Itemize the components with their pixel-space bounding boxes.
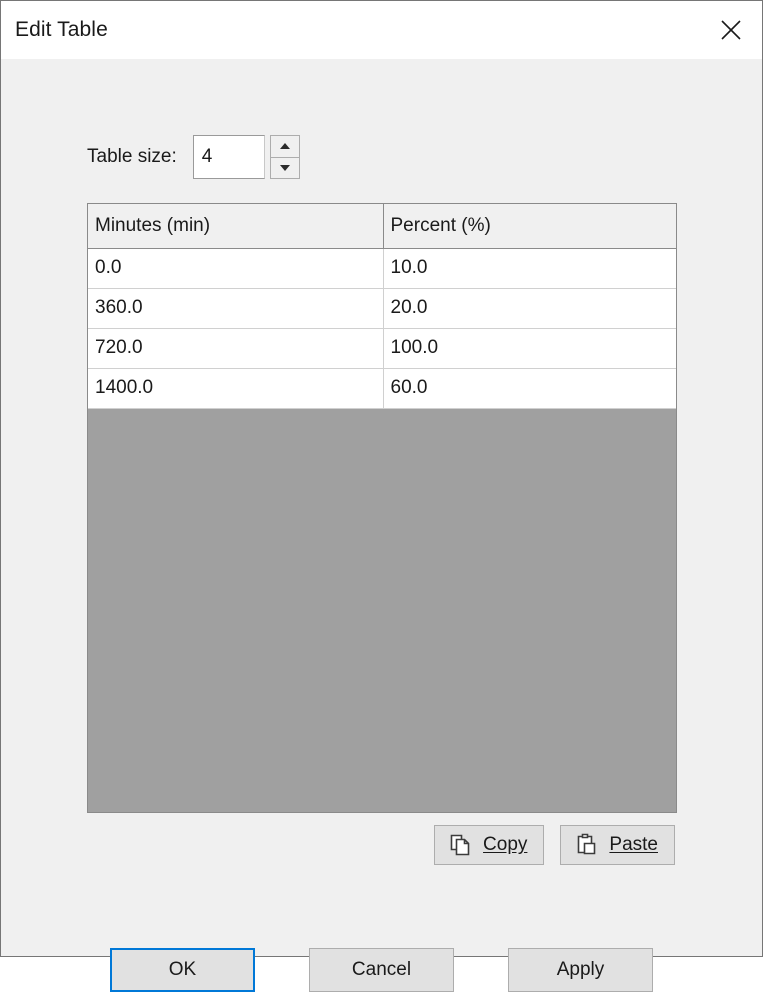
column-header-percent[interactable]: Percent (%) (383, 204, 676, 249)
clipboard-actions: Copy Paste (434, 825, 675, 865)
data-table: Minutes (min) Percent (%) 0.0 10.0 360.0… (88, 204, 676, 409)
stepper-up-button[interactable] (269, 135, 300, 158)
edit-table-dialog: Edit Table Table size: 4 Minutes (min) P… (0, 0, 763, 992)
stepper-down-button[interactable] (269, 157, 300, 179)
column-header-minutes[interactable]: Minutes (min) (88, 204, 384, 249)
titlebar: Edit Table (1, 1, 762, 59)
cell-minutes[interactable]: 720.0 (88, 328, 384, 369)
dialog-button-row: OK Cancel Apply (1, 948, 762, 992)
dialog-body: Table size: Minutes (min) Percent (%) (1, 59, 762, 992)
table-size-row: Table size: (87, 135, 300, 179)
table-row[interactable]: 720.0 100.0 (88, 328, 676, 369)
table-header-row: Minutes (min) Percent (%) (88, 204, 676, 249)
data-table-container[interactable]: Minutes (min) Percent (%) 0.0 10.0 360.0… (87, 203, 677, 813)
chevron-down-icon (279, 164, 290, 171)
cell-percent[interactable]: 20.0 (383, 288, 676, 329)
copy-button[interactable]: Copy (434, 825, 545, 865)
close-button[interactable] (700, 1, 762, 59)
apply-button[interactable]: Apply (508, 948, 653, 992)
table-size-input[interactable] (192, 135, 265, 179)
table-header: Minutes (min) Percent (%) (88, 204, 676, 249)
table-row[interactable]: 360.0 20.0 (88, 288, 676, 329)
cell-minutes[interactable]: 0.0 (88, 248, 384, 289)
close-icon (721, 20, 741, 40)
cancel-button[interactable]: Cancel (309, 948, 454, 992)
table-row[interactable]: 0.0 10.0 (88, 248, 676, 289)
paste-button[interactable]: Paste (560, 825, 675, 865)
table-size-label: Table size: (87, 146, 177, 167)
cell-percent[interactable]: 60.0 (383, 368, 676, 409)
cell-minutes[interactable]: 360.0 (88, 288, 384, 329)
cell-percent[interactable]: 10.0 (383, 248, 676, 289)
cell-minutes[interactable]: 1400.0 (88, 368, 384, 409)
paste-button-label: Paste (609, 834, 658, 856)
window-title: Edit Table (15, 18, 108, 41)
paste-icon (578, 833, 596, 855)
copy-button-label: Copy (483, 834, 527, 856)
table-body: 0.0 10.0 360.0 20.0 720.0 100.0 1400.0 6… (88, 248, 676, 409)
ok-button[interactable]: OK (110, 948, 255, 992)
chevron-up-icon (279, 143, 290, 150)
copy-icon (450, 834, 470, 856)
cell-percent[interactable]: 100.0 (383, 328, 676, 369)
paste-accel-char: Paste (609, 834, 658, 855)
copy-accel-char: Copy (483, 834, 528, 855)
table-size-stepper (269, 135, 300, 179)
table-row[interactable]: 1400.0 60.0 (88, 368, 676, 409)
